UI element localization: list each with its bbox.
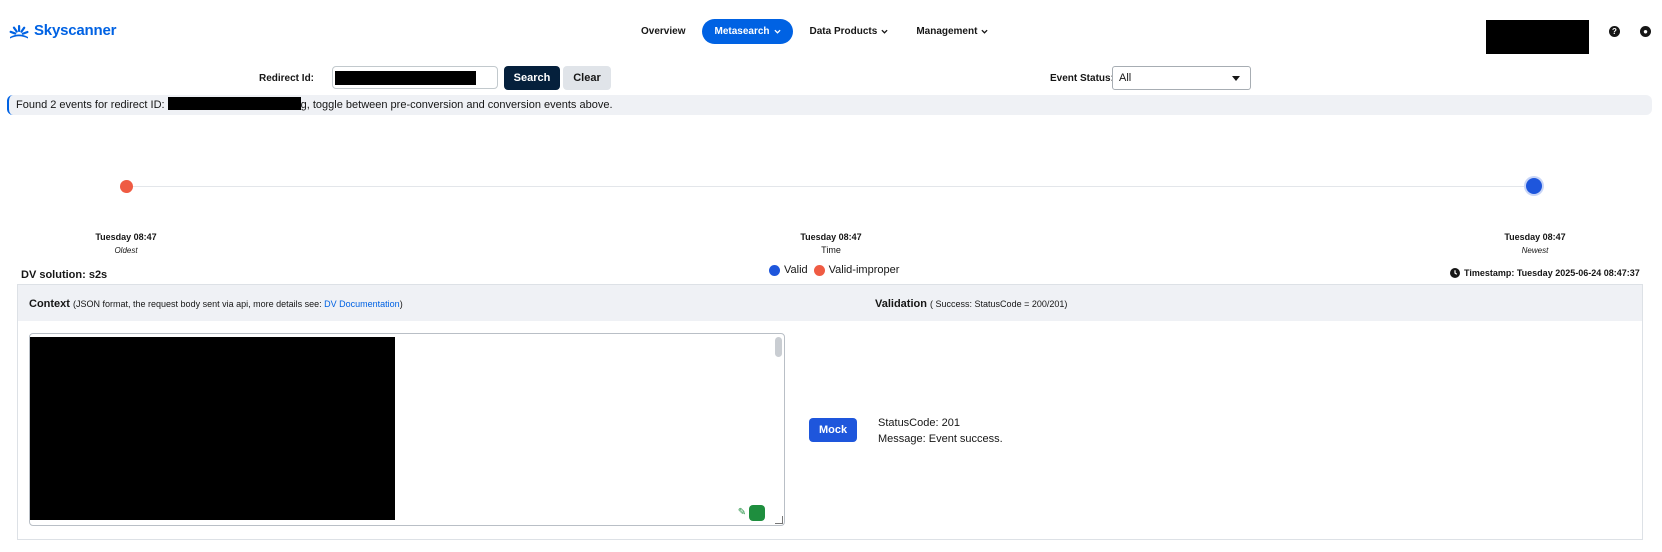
info-banner: Found 2 events for redirect ID: g, toggl… — [7, 95, 1652, 115]
banner-prefix: Found 2 events for redirect ID: — [16, 99, 168, 111]
resize-handle-icon[interactable] — [775, 516, 783, 524]
clock-icon — [1450, 268, 1460, 278]
event-dot-valid-improper[interactable] — [120, 180, 133, 193]
nav-metasearch[interactable]: Metasearch — [702, 19, 793, 44]
nav-overview[interactable]: Overview — [630, 19, 696, 44]
event-status-value: All — [1119, 72, 1132, 84]
mock-button[interactable]: Mock — [809, 418, 857, 442]
logo-text: Skyscanner — [34, 22, 117, 39]
event-status-label: Event Status: — [1050, 73, 1114, 84]
edit-icon[interactable]: ✎ — [736, 507, 748, 519]
event-status-select[interactable]: All — [1112, 66, 1251, 90]
context-heading: Context (JSON format, the request body s… — [29, 298, 403, 310]
sunburst-logo-icon — [9, 24, 29, 38]
redacted-account-area — [1486, 20, 1589, 54]
legend-valid-improper-label: Valid-improper — [828, 264, 900, 276]
dv-documentation-link[interactable]: DV Documentation — [324, 299, 400, 309]
timeline-legend: Valid Valid-improper — [769, 264, 899, 276]
validation-title: Validation — [875, 298, 927, 310]
validation-message-text: Message: Event success. — [878, 433, 1003, 445]
chevron-down-icon — [981, 29, 989, 34]
caret-down-icon — [1232, 76, 1240, 81]
top-header: Skyscanner Overview Metasearch Data Prod… — [0, 0, 1662, 64]
chevron-down-icon — [773, 29, 781, 34]
redirect-id-input[interactable] — [332, 66, 498, 89]
user-circle-icon[interactable]: ● — [1640, 26, 1651, 37]
timeline-track — [126, 186, 1534, 187]
redacted-redirect-id — [335, 71, 476, 85]
status-code-text: StatusCode: 201 — [878, 417, 960, 429]
event-dot-valid-selected[interactable] — [1526, 178, 1542, 194]
grammar-assistant-icon[interactable] — [749, 505, 765, 521]
legend-valid-label: Valid — [784, 264, 808, 276]
panel-header: Context (JSON format, the request body s… — [18, 285, 1642, 321]
redacted-redirect-id — [167, 97, 301, 110]
dv-solution-label: DV solution: s2s — [21, 269, 108, 281]
timeline-mid-time: Tuesday 08:47 — [800, 232, 862, 242]
timeline-newest-label: Newest — [1521, 246, 1549, 255]
timeline-newest-time: Tuesday 08:47 — [1504, 232, 1566, 242]
timeline-oldest-label: Oldest — [114, 246, 138, 255]
context-note: (JSON format, the request body sent via … — [73, 299, 403, 309]
clear-button[interactable]: Clear — [563, 66, 611, 90]
legend-valid-swatch — [769, 264, 780, 276]
nav-data-products[interactable]: Data Products — [799, 19, 900, 44]
search-button[interactable]: Search — [504, 66, 560, 90]
nav-metasearch-label: Metasearch — [714, 26, 770, 37]
context-title: Context — [29, 298, 70, 310]
skyscanner-logo[interactable]: Skyscanner — [8, 22, 116, 39]
search-row: Redirect Id: Search Clear Event Status: … — [0, 66, 1662, 90]
redacted-json-content — [30, 337, 395, 520]
banner-suffix: g, toggle between pre-conversion and con… — [300, 99, 613, 111]
validation-note: ( Success: StatusCode = 200/201) — [930, 299, 1068, 309]
nav-management[interactable]: Management — [905, 19, 999, 44]
json-context-textarea[interactable]: ✎ — [29, 333, 785, 526]
context-note-prefix: (JSON format, the request body sent via … — [73, 299, 325, 309]
redirect-id-label: Redirect Id: — [259, 73, 315, 84]
event-timestamp: Timestamp: Tuesday 2025-06-24 08:47:37 — [1450, 268, 1640, 278]
chevron-down-icon — [881, 29, 888, 34]
nav-data-products-label: Data Products — [809, 26, 878, 37]
context-note-suffix: ) — [399, 299, 403, 309]
timestamp-text: Timestamp: Tuesday 2025-06-24 08:47:37 — [1464, 268, 1640, 278]
timeline-axis-label: Time — [821, 245, 841, 255]
legend-valid-improper-swatch — [813, 264, 825, 276]
scrollbar-thumb[interactable] — [775, 337, 782, 357]
timeline-oldest-time: Tuesday 08:47 — [95, 232, 157, 242]
nav-overview-label: Overview — [641, 26, 686, 37]
main-nav: Overview Metasearch Data Products Manage… — [630, 19, 1005, 44]
event-detail-panel: Context (JSON format, the request body s… — [17, 284, 1643, 540]
nav-management-label: Management — [916, 26, 978, 37]
question-circle-icon[interactable]: ? — [1609, 26, 1620, 37]
validation-heading: Validation ( Success: StatusCode = 200/2… — [875, 298, 1067, 310]
